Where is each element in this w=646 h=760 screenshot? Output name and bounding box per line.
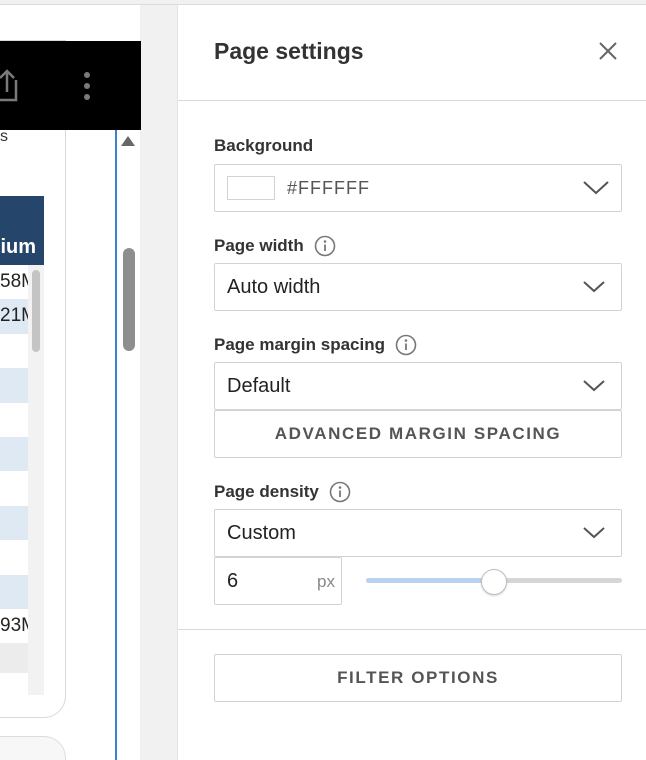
chevron-down-icon xyxy=(583,281,605,293)
advanced-margin-spacing-button[interactable]: ADVANCED MARGIN SPACING xyxy=(214,410,622,458)
background-label-text: Background xyxy=(214,136,314,155)
more-vertical-icon[interactable] xyxy=(82,70,92,102)
margin-spacing-select[interactable]: Default xyxy=(214,362,622,410)
page-density-value: Custom xyxy=(227,521,296,544)
page-density-select[interactable]: Custom xyxy=(214,509,622,557)
info-icon[interactable] xyxy=(314,235,336,257)
truncated-label: s xyxy=(0,128,8,145)
background-color-value: #FFFFFF xyxy=(287,177,370,198)
slider-fill xyxy=(366,578,494,583)
page-width-label-text: Page width xyxy=(214,236,304,255)
info-icon[interactable] xyxy=(395,334,417,356)
margin-spacing-value: Default xyxy=(227,374,291,397)
chevron-down-icon xyxy=(583,527,605,539)
report-canvas-area: s ium 58M 21M 93M xyxy=(0,0,178,760)
next-report-card[interactable] xyxy=(0,736,66,760)
selection-guide-line xyxy=(115,130,117,760)
chevron-down-icon xyxy=(583,181,609,195)
margin-spacing-label: Page margin spacing xyxy=(214,334,417,356)
page-width-value: Auto width xyxy=(227,275,321,298)
density-slider[interactable] xyxy=(366,569,622,595)
page-scrollbar-thumb[interactable] xyxy=(123,248,135,351)
page-density-label: Page density xyxy=(214,481,351,503)
card-toolbar xyxy=(0,41,141,130)
chevron-down-icon xyxy=(583,380,605,392)
info-icon[interactable] xyxy=(329,481,351,503)
margin-spacing-label-text: Page margin spacing xyxy=(214,335,385,354)
table-scrollbar-thumb[interactable] xyxy=(32,270,40,352)
page-density-label-text: Page density xyxy=(214,482,319,501)
slider-thumb[interactable] xyxy=(481,569,507,595)
page-settings-panel: Page settings Background #FFFFFF Page wi… xyxy=(177,5,646,760)
color-swatch xyxy=(227,176,275,200)
share-icon[interactable] xyxy=(0,68,20,102)
scroll-up-arrow-icon[interactable] xyxy=(121,136,135,146)
panel-header: Page settings xyxy=(178,5,646,101)
page-width-select[interactable]: Auto width xyxy=(214,263,622,311)
page-width-label: Page width xyxy=(214,235,336,257)
close-icon[interactable] xyxy=(596,39,620,63)
density-px-value[interactable]: 6 xyxy=(227,570,238,593)
density-px-input[interactable]: 6 px xyxy=(214,557,342,605)
table-header-top xyxy=(0,196,44,230)
panel-title: Page settings xyxy=(214,38,364,64)
background-label: Background xyxy=(214,136,313,156)
panel-divider xyxy=(178,629,646,630)
filter-options-button[interactable]: FILTER OPTIONS xyxy=(214,654,622,702)
density-px-unit: px xyxy=(317,572,335,591)
table-column-header[interactable]: ium xyxy=(0,230,44,265)
background-color-select[interactable]: #FFFFFF xyxy=(214,164,622,212)
